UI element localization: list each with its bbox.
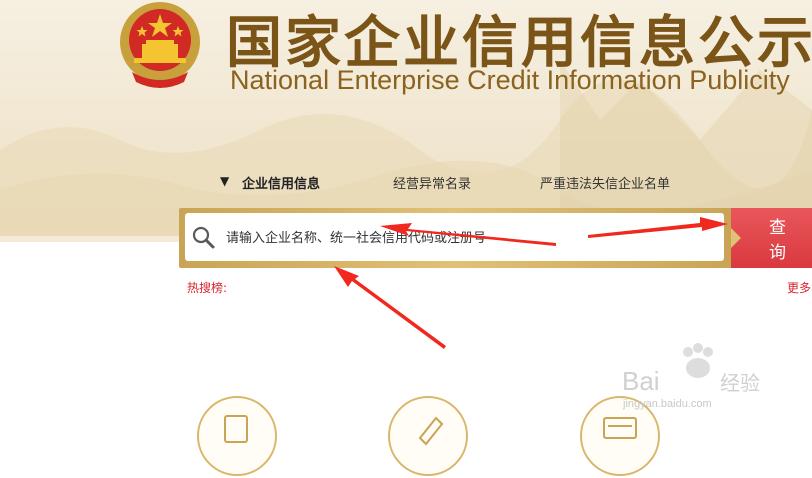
document-icon[interactable] bbox=[197, 396, 277, 476]
search-category-tabs: 企业信用信息 经营异常名录 严重违法失信企业名单 bbox=[0, 173, 812, 197]
baidu-watermark-logo: Bai 经验 bbox=[622, 343, 760, 396]
search-button[interactable]: 查询 bbox=[731, 208, 812, 268]
search-icon bbox=[192, 226, 215, 249]
tab-serious-violations[interactable]: 严重违法失信企业名单 bbox=[540, 173, 670, 192]
hot-search-label: 热搜榜: bbox=[187, 281, 228, 295]
site-subtitle: National Enterprise Credit Information P… bbox=[230, 65, 790, 95]
search-input[interactable] bbox=[226, 227, 716, 249]
header-banner: 国家企业信用信息公示 National Enterprise Credit In… bbox=[0, 0, 812, 242]
search-button-notch bbox=[731, 228, 741, 248]
tab-enterprise-credit[interactable]: 企业信用信息 bbox=[242, 173, 320, 192]
national-emblem-icon bbox=[120, 2, 200, 88]
list-icon[interactable] bbox=[580, 396, 660, 476]
tab-abnormal-operations[interactable]: 经营异常名录 bbox=[393, 173, 471, 192]
svg-text:Bai: Bai bbox=[622, 366, 660, 396]
more-link[interactable]: 更多 bbox=[787, 279, 811, 296]
svg-text:经验: 经验 bbox=[720, 371, 760, 395]
pen-icon[interactable] bbox=[388, 396, 468, 476]
